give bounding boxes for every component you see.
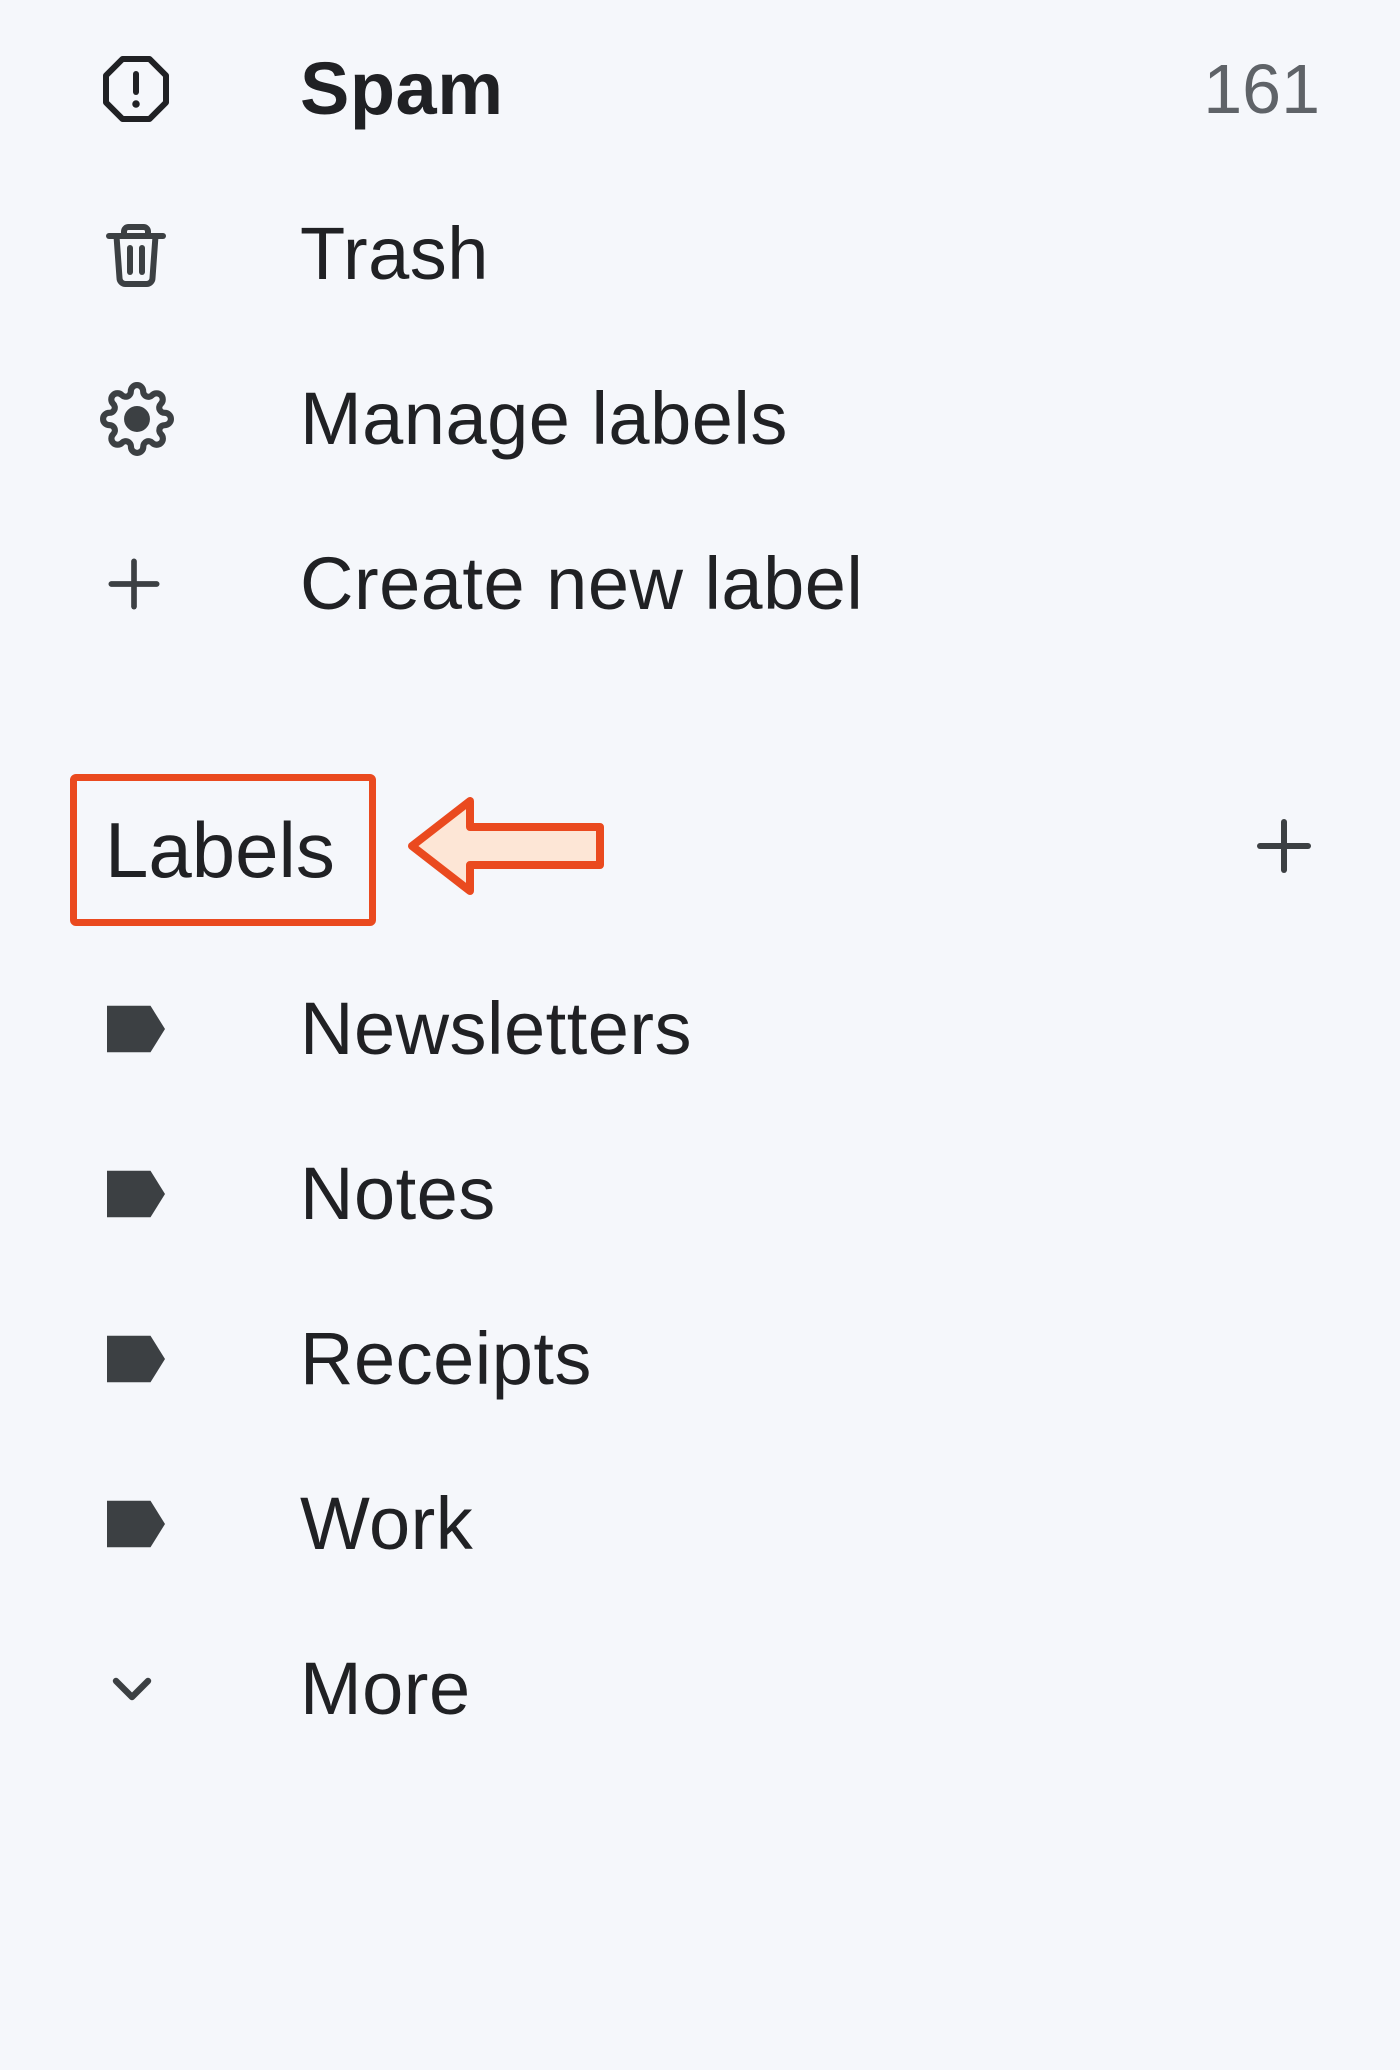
label-icon bbox=[0, 1000, 210, 1058]
label-icon bbox=[0, 1165, 210, 1223]
label-item-label: Work bbox=[210, 1481, 1200, 1566]
labels-more[interactable]: More bbox=[0, 1606, 1400, 1771]
labels-more-label: More bbox=[210, 1646, 1200, 1731]
plus-icon bbox=[0, 550, 210, 618]
label-item-label: Receipts bbox=[210, 1316, 1200, 1401]
sidebar-item-trash[interactable]: Trash bbox=[0, 171, 1400, 336]
sidebar-item-manage-labels[interactable]: Manage labels bbox=[0, 336, 1400, 501]
sidebar-item-label: Manage labels bbox=[210, 376, 1200, 461]
sidebar-item-count: 161 bbox=[1200, 49, 1400, 129]
trash-icon bbox=[0, 218, 210, 290]
label-item-label: Newsletters bbox=[210, 986, 1200, 1071]
label-icon bbox=[0, 1330, 210, 1388]
labels-section-title: Labels bbox=[105, 805, 335, 896]
annotation-arrow-icon bbox=[400, 791, 610, 901]
sidebar-item-create-label[interactable]: Create new label bbox=[0, 501, 1400, 666]
sidebar-item-spam[interactable]: Spam 161 bbox=[0, 6, 1400, 171]
sidebar-item-label: Create new label bbox=[210, 541, 1200, 626]
chevron-down-icon bbox=[0, 1657, 210, 1721]
sidebar-item-label: Trash bbox=[210, 211, 1200, 296]
label-item-work[interactable]: Work bbox=[0, 1441, 1400, 1606]
mail-sidebar: Spam 161 Trash Manage labels bbox=[0, 0, 1400, 1771]
label-item-notes[interactable]: Notes bbox=[0, 1111, 1400, 1276]
labels-section-header: Labels bbox=[0, 756, 1400, 936]
sidebar-item-label: Spam bbox=[210, 46, 1200, 131]
label-item-label: Notes bbox=[210, 1151, 1200, 1236]
add-label-button[interactable] bbox=[1248, 810, 1320, 882]
label-icon bbox=[0, 1495, 210, 1553]
label-item-receipts[interactable]: Receipts bbox=[0, 1276, 1400, 1441]
label-item-newsletters[interactable]: Newsletters bbox=[0, 946, 1400, 1111]
spam-icon bbox=[0, 53, 210, 125]
gear-icon bbox=[0, 382, 210, 456]
labels-title-highlight: Labels bbox=[70, 774, 376, 926]
